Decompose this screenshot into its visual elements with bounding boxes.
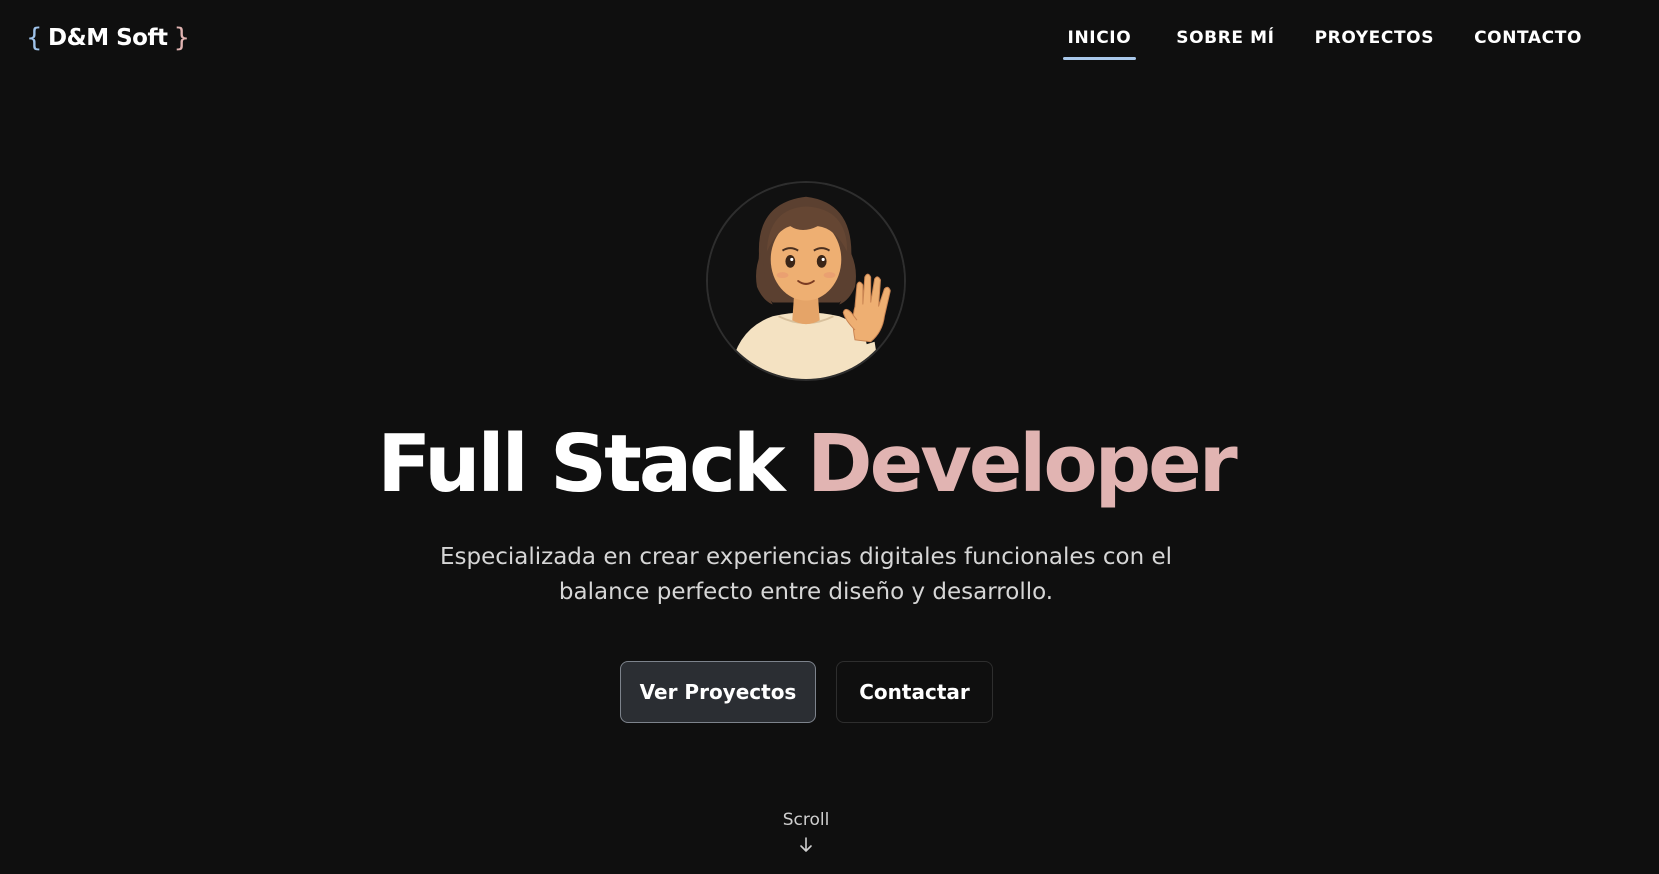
view-projects-button[interactable]: Ver Proyectos bbox=[620, 661, 816, 723]
scroll-indicator[interactable]: Scroll bbox=[756, 808, 856, 854]
site-header: { D&M Soft } INICIO SOBRE MÍ PROYECTOS C… bbox=[0, 0, 1659, 76]
hero-subtitle: Especializada en crear experiencias digi… bbox=[406, 540, 1206, 610]
waving-girl-avatar-icon bbox=[708, 183, 904, 379]
site-logo[interactable]: { D&M Soft } bbox=[26, 20, 190, 56]
arrow-down-icon bbox=[800, 837, 812, 852]
nav-link-contacto[interactable]: CONTACTO bbox=[1474, 22, 1582, 58]
hero-title-main: Full Stack bbox=[377, 418, 785, 510]
nav-link-inicio[interactable]: INICIO bbox=[1062, 22, 1137, 60]
hero-title: Full Stack Developer bbox=[0, 414, 1612, 514]
logo-brace-open: { bbox=[26, 23, 43, 53]
page: { D&M Soft } INICIO SOBRE MÍ PROYECTOS C… bbox=[0, 0, 1659, 874]
hero-subtitle-line-2: balance perfecto entre diseño y desarrol… bbox=[558, 579, 1054, 605]
profile-avatar bbox=[706, 181, 906, 381]
contact-button[interactable]: Contactar bbox=[836, 661, 993, 723]
hero-title-accent: Developer bbox=[807, 418, 1238, 510]
logo-brace-close: } bbox=[173, 23, 190, 53]
main-nav: INICIO SOBRE MÍ PROYECTOS CONTACTO bbox=[1062, 22, 1582, 60]
logo-text: D&M Soft bbox=[48, 25, 168, 51]
scroll-label: Scroll bbox=[782, 810, 830, 830]
hero-subtitle-line-1: Especializada en crear experiencias digi… bbox=[439, 544, 1173, 570]
nav-link-sobre-mi[interactable]: SOBRE MÍ bbox=[1176, 22, 1274, 58]
nav-link-proyectos[interactable]: PROYECTOS bbox=[1315, 22, 1435, 58]
